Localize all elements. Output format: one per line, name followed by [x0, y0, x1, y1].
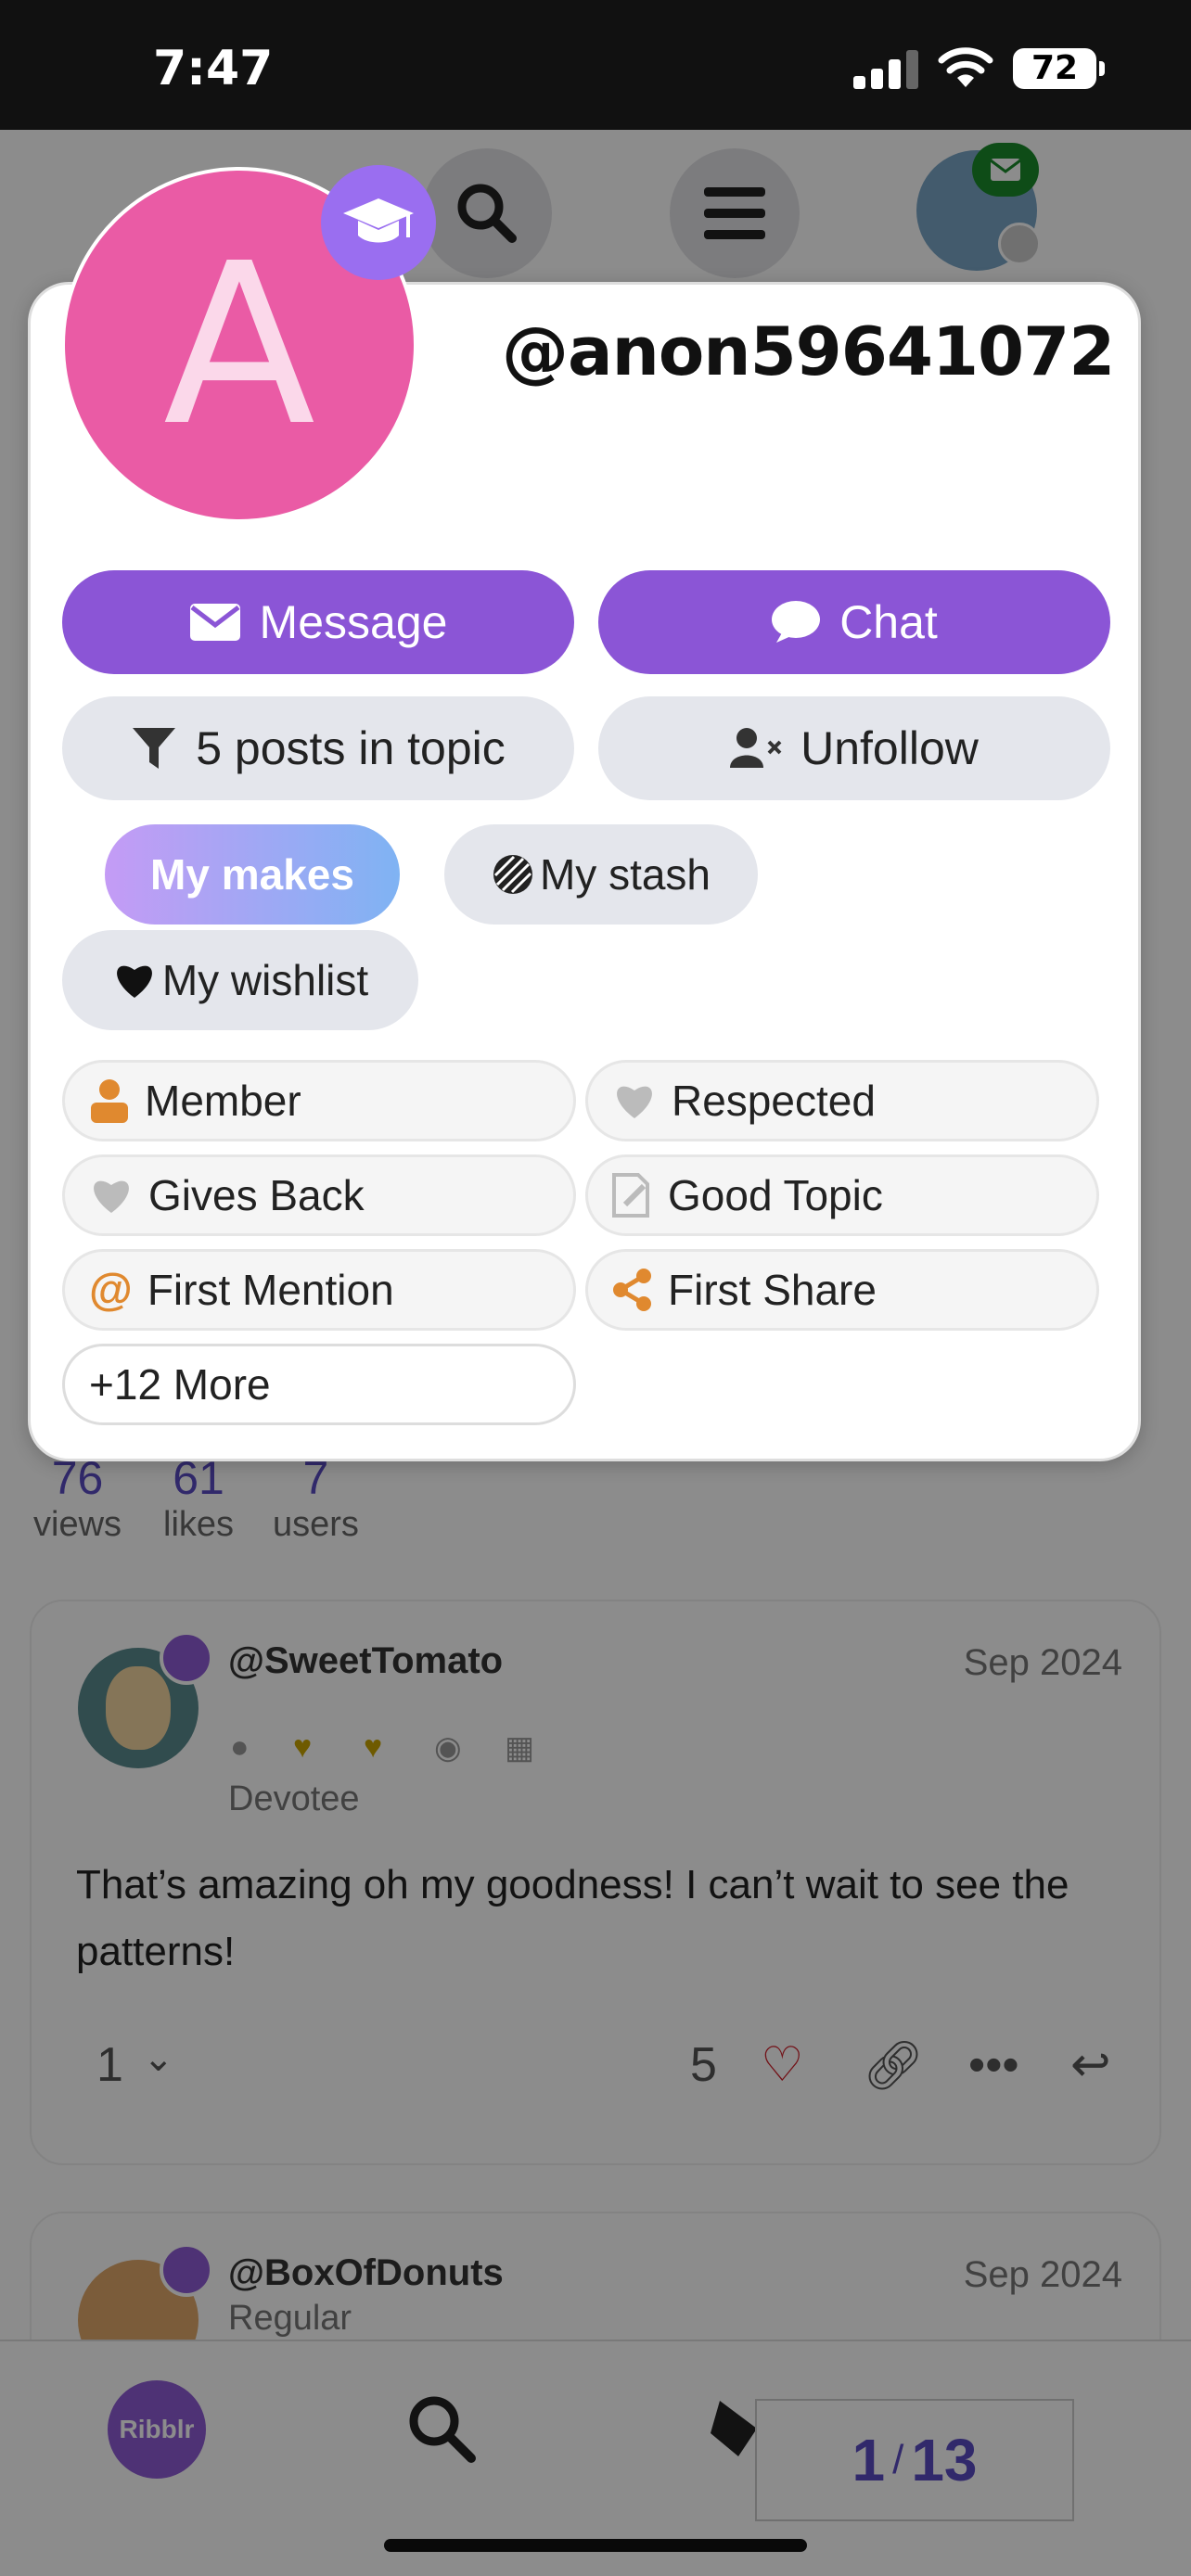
document-edit-icon	[612, 1173, 649, 1218]
badge-label: First Share	[668, 1266, 877, 1314]
badge-label: Member	[145, 1077, 301, 1125]
wifi-icon	[938, 47, 993, 87]
share-icon	[613, 1269, 651, 1311]
person-icon	[91, 1079, 128, 1123]
status-time: 7:47	[153, 41, 274, 96]
badge-first-share[interactable]: First Share	[585, 1249, 1099, 1331]
unfollow-button-label: Unfollow	[800, 722, 979, 774]
cellular-signal-icon	[853, 48, 918, 89]
chat-button[interactable]: Chat	[598, 570, 1110, 674]
badge-gives-back[interactable]: Gives Back	[62, 1154, 576, 1236]
envelope-icon	[189, 604, 240, 641]
message-button-label: Message	[259, 596, 448, 648]
badge-member[interactable]: Member	[62, 1060, 576, 1141]
badge-good-topic[interactable]: Good Topic	[585, 1154, 1099, 1236]
at-sign-icon: @	[89, 1265, 133, 1315]
yarn-ball-icon	[493, 855, 532, 894]
more-badges-button[interactable]: +12 More	[62, 1344, 576, 1425]
graduation-cap-icon	[321, 165, 436, 280]
heart-icon	[94, 1180, 129, 1213]
filter-posts-label: 5 posts in topic	[196, 722, 506, 774]
user-remove-icon	[730, 728, 782, 768]
badge-respected[interactable]: Respected	[585, 1060, 1099, 1141]
badge-label: First Mention	[147, 1266, 394, 1314]
message-button[interactable]: Message	[62, 570, 574, 674]
chat-button-label: Chat	[839, 596, 938, 648]
badge-label: Gives Back	[148, 1171, 365, 1219]
unfollow-button[interactable]: Unfollow	[598, 696, 1110, 800]
my-makes-button[interactable]: My makes	[105, 824, 400, 925]
heart-icon	[116, 965, 152, 998]
my-stash-button[interactable]: My stash	[444, 824, 758, 925]
chat-bubble-icon	[772, 601, 821, 643]
filter-posts-button[interactable]: 5 posts in topic	[62, 696, 574, 800]
filter-icon	[133, 728, 176, 769]
badge-label: Respected	[672, 1077, 876, 1125]
badge-first-mention[interactable]: @ First Mention	[62, 1249, 576, 1331]
profile-username: @anon59641072	[502, 312, 1115, 390]
battery-indicator: 72	[1013, 48, 1105, 89]
my-wishlist-button[interactable]: My wishlist	[62, 930, 418, 1030]
badge-label: Good Topic	[668, 1171, 883, 1219]
my-stash-label: My stash	[539, 850, 711, 899]
my-wishlist-label: My wishlist	[161, 956, 369, 1004]
heart-icon	[617, 1086, 652, 1118]
status-bar: 7:47 72	[0, 0, 1191, 130]
